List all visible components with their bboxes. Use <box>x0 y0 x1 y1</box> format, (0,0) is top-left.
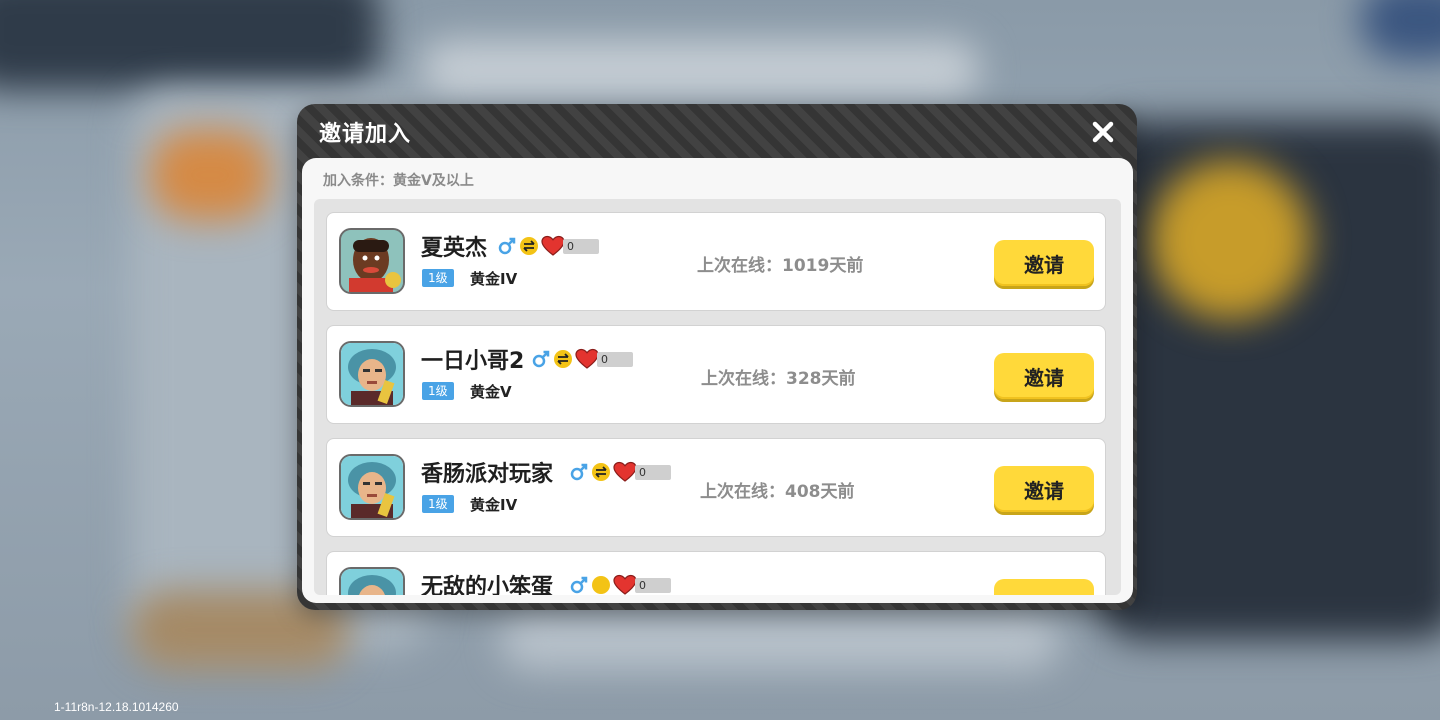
wig-musician-avatar <box>341 343 403 405</box>
invite-button[interactable] <box>994 579 1094 595</box>
close-icon <box>1092 121 1114 143</box>
male-icon <box>532 350 550 368</box>
bearded-player-avatar <box>341 230 403 292</box>
avatar <box>339 228 405 294</box>
player-row: 香肠派对玩家 0 1级 黄金IV 上次在线：408天前 邀请 <box>326 438 1106 537</box>
heart-icon <box>613 461 637 482</box>
player-name: 一日小哥2 <box>421 349 525 374</box>
join-condition: 加入条件：黄金V及以上 <box>323 173 474 189</box>
last-online: 上次在线：1019天前 <box>697 256 864 276</box>
rank-label: 黄金IV <box>470 270 518 288</box>
level-badge: 1级 <box>422 382 454 400</box>
heart-icon <box>613 574 637 595</box>
level-badge: 1级 <box>422 269 454 287</box>
player-row: 一日小哥2 0 1级 黄金V 上次在线：328天前 邀请 <box>326 325 1106 424</box>
avatar <box>339 454 405 520</box>
player-icons: 0 <box>569 574 671 595</box>
wig-musician-avatar <box>341 569 403 595</box>
male-icon <box>570 576 588 594</box>
invite-button[interactable]: 邀请 <box>994 466 1094 512</box>
avatar <box>339 341 405 407</box>
like-count: 0 <box>597 351 633 367</box>
friend-swap-icon <box>592 463 610 481</box>
invite-dialog: 邀请加入 加入条件：黄金V及以上 夏英杰 0 1级 黄金IV 上次在线：1019… <box>297 104 1137 610</box>
avatar <box>339 567 405 595</box>
level-badge: 1级 <box>422 495 454 513</box>
wig-musician-avatar <box>341 456 403 518</box>
rank-label: 黄金V <box>470 383 512 401</box>
male-icon <box>570 463 588 481</box>
male-icon <box>498 237 516 255</box>
player-row: 夏英杰 0 1级 黄金IV 上次在线：1019天前 邀请 <box>326 212 1106 311</box>
friend-swap-icon <box>592 576 610 594</box>
player-icons: 0 <box>497 235 599 257</box>
dialog-title: 邀请加入 <box>319 122 412 147</box>
player-name: 香肠派对玩家 <box>421 462 554 487</box>
like-count: 0 <box>635 464 671 480</box>
version-label: 1-11r8n-12.18.1014260 <box>54 700 179 714</box>
last-online: 上次在线：408天前 <box>700 482 855 502</box>
heart-icon <box>575 348 599 369</box>
friend-swap-icon <box>554 350 572 368</box>
friend-swap-icon <box>520 237 538 255</box>
heart-icon <box>541 235 565 256</box>
player-icons: 0 <box>531 348 633 370</box>
like-count: 0 <box>635 577 671 593</box>
rank-label: 黄金IV <box>470 496 518 514</box>
last-online: 上次在线：328天前 <box>701 369 856 389</box>
invite-button[interactable]: 邀请 <box>994 353 1094 399</box>
close-button[interactable] <box>1087 116 1119 148</box>
like-count: 0 <box>563 238 599 254</box>
dialog-content: 加入条件：黄金V及以上 夏英杰 0 1级 黄金IV 上次在线：1019天前 邀请… <box>302 158 1133 603</box>
player-name: 夏英杰 <box>421 236 488 261</box>
player-name: 无敌的小笨蛋 <box>421 575 554 595</box>
player-row: 无敌的小笨蛋 0 <box>326 551 1106 595</box>
invite-button[interactable]: 邀请 <box>994 240 1094 286</box>
player-list[interactable]: 夏英杰 0 1级 黄金IV 上次在线：1019天前 邀请 一日小哥2 0 1级 … <box>314 199 1121 595</box>
player-icons: 0 <box>569 461 671 483</box>
